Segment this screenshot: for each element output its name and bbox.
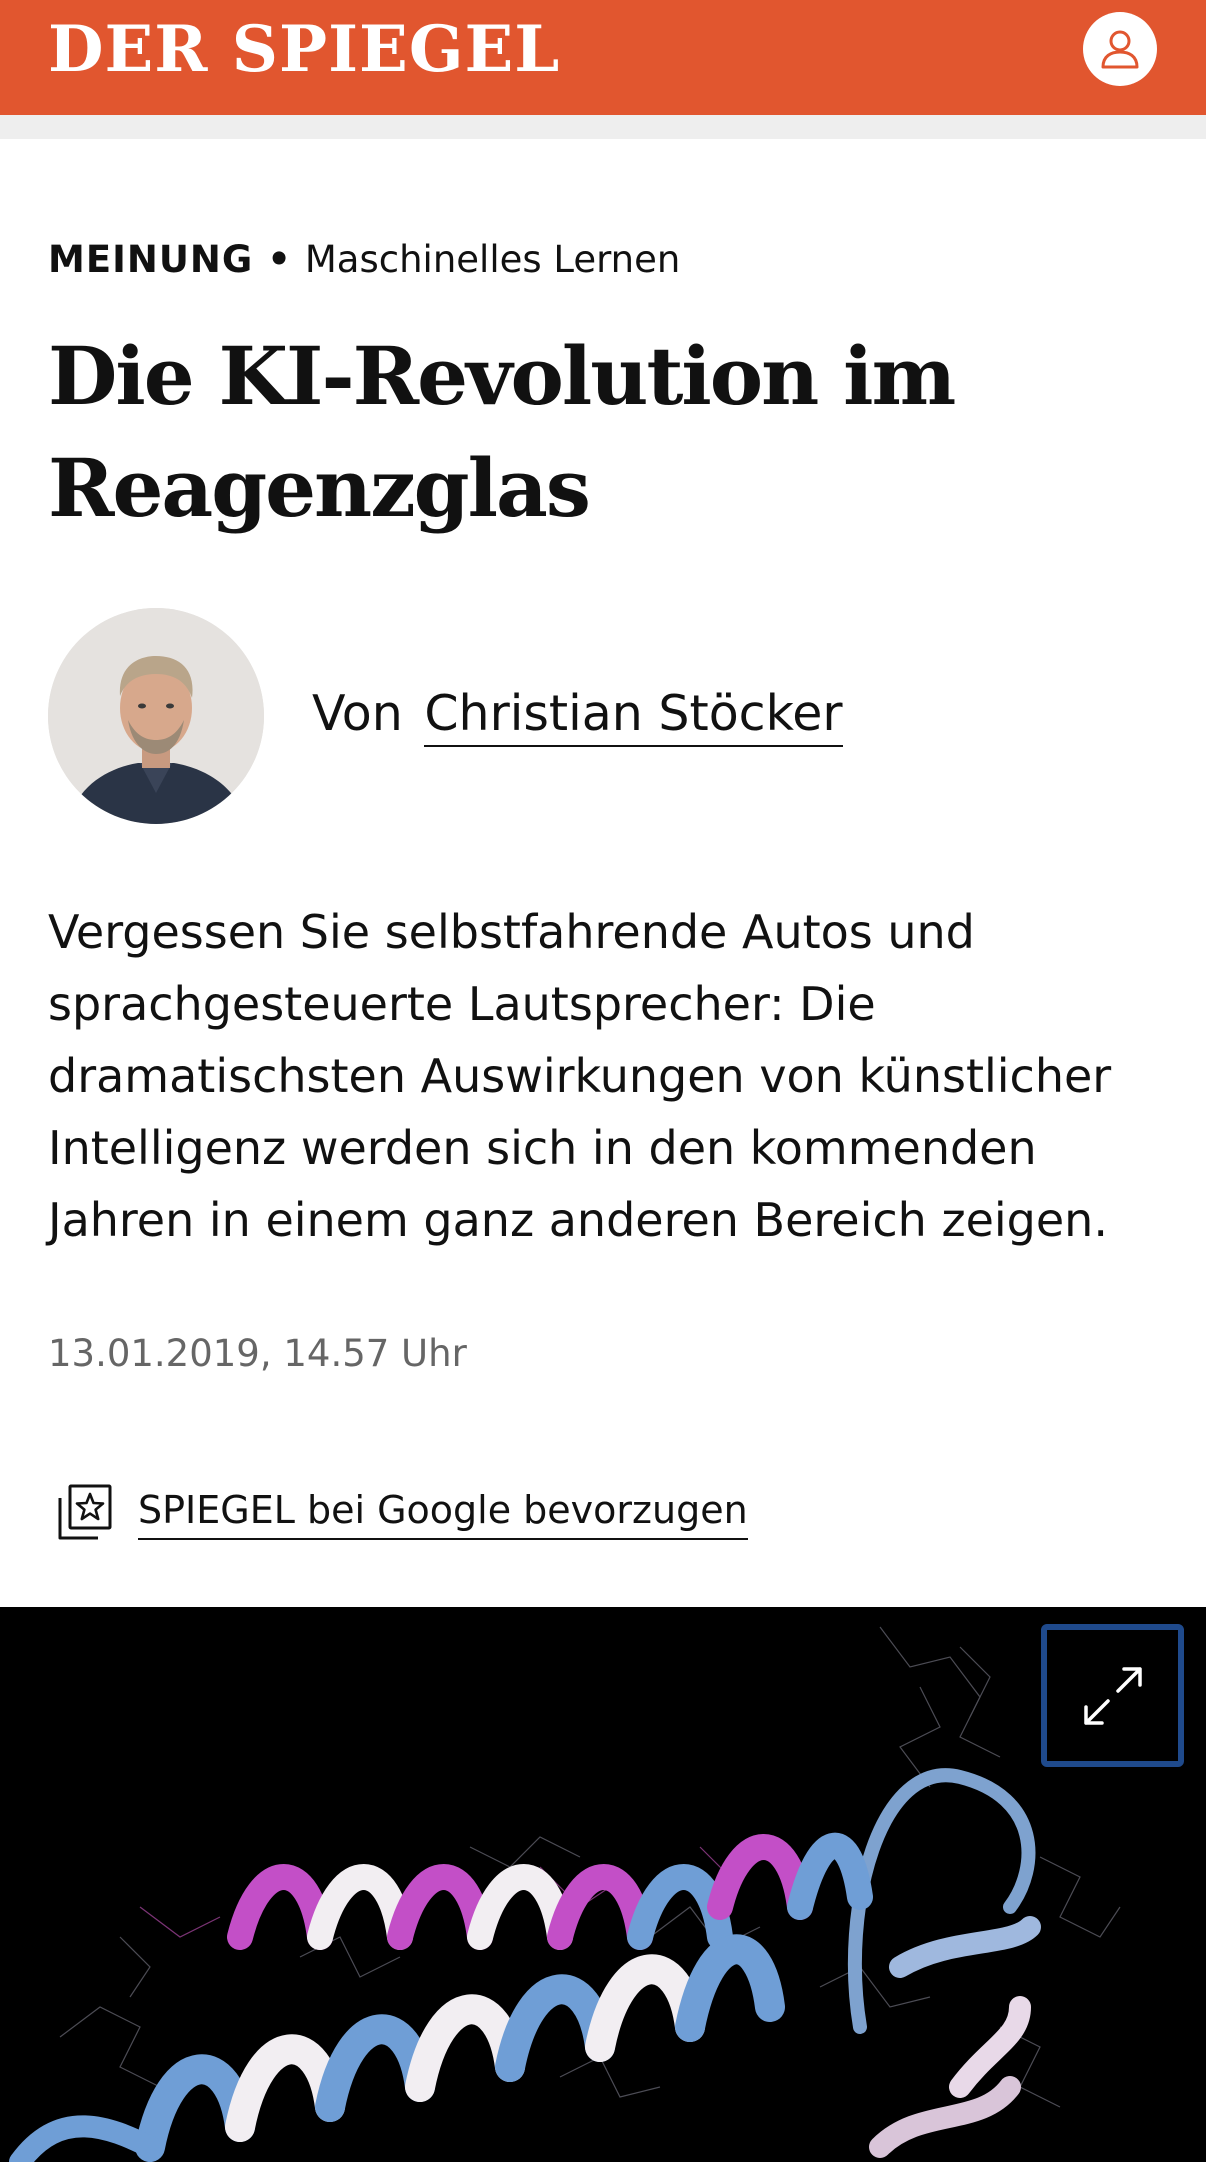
article-headline: Die KI-Revolution im Reagenzglas bbox=[48, 320, 1148, 544]
protein-structure-image[interactable] bbox=[0, 1607, 1206, 2162]
author-avatar[interactable] bbox=[48, 608, 264, 824]
user-icon bbox=[1101, 30, 1139, 69]
article-teaser: Vergessen Sie selbstfahrende Autos und s… bbox=[48, 905, 1112, 1247]
expand-icon bbox=[1083, 1666, 1142, 1725]
byline: Von Christian Stöcker bbox=[312, 682, 843, 747]
byline-prefix: Von bbox=[312, 685, 403, 742]
headline-line-1: Die KI-Revolution im bbox=[48, 329, 956, 423]
article-page: DER SPIEGEL MEINUNG • Maschinelles Lernen … bbox=[0, 0, 1206, 2162]
publish-timestamp: 13.01.2019, 14.57 Uhr bbox=[48, 1332, 467, 1375]
google-preference-link[interactable]: SPIEGEL bei Google bevorzugen bbox=[56, 1480, 748, 1544]
protein-illustration bbox=[0, 1607, 1206, 2162]
top-bar: DER SPIEGEL bbox=[0, 0, 1206, 115]
headline-line-2: Reagenzglas bbox=[48, 441, 591, 535]
spiegel-logo[interactable]: DER SPIEGEL bbox=[48, 18, 560, 82]
account-button[interactable] bbox=[1083, 12, 1157, 86]
author-link[interactable]: Christian Stöcker bbox=[424, 685, 843, 747]
header-divider bbox=[0, 115, 1206, 139]
author-portrait bbox=[48, 608, 264, 824]
channel-label[interactable]: MEINUNG bbox=[48, 238, 253, 281]
expand-image-button[interactable] bbox=[1041, 1624, 1184, 1767]
topic-label[interactable]: Maschinelles Lernen bbox=[305, 238, 680, 281]
google-preference-label: SPIEGEL bei Google bevorzugen bbox=[138, 1484, 748, 1540]
article-kicker: MEINUNG • Maschinelles Lernen bbox=[48, 234, 680, 286]
kicker-separator: • bbox=[267, 238, 291, 281]
star-bookmark-icon bbox=[58, 1484, 112, 1540]
